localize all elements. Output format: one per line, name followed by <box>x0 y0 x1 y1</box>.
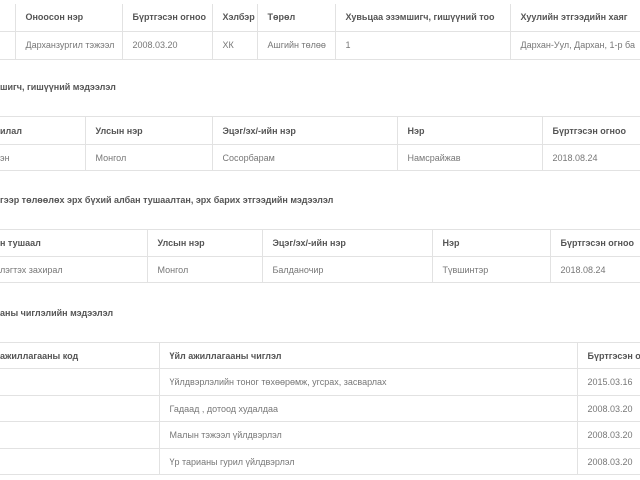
shareholders-table: илал Улсын нэр Эцэг/эх/-ийн нэр Нэр Бүрт… <box>0 116 640 171</box>
company-header-cell: Оноосон нэр <box>14 4 122 31</box>
table-row: Дарханзургил тэжээл 2008.03.20 ХК Ашгийн… <box>0 31 640 59</box>
table-row: лэгтэх захирал Монгол Балданочир Түвшинт… <box>0 256 640 283</box>
official-name-cell: Түвшинтэр <box>431 256 550 283</box>
officials-header-cell: Улсын нэр <box>146 229 262 257</box>
officials-header-cell: Нэр <box>431 229 550 257</box>
activities-header-cell: Бүртгэсэн огноо <box>576 342 640 369</box>
official-position-cell: лэгтэх захирал <box>0 264 63 275</box>
activity-name-cell: Үйлдвэрлэлийн тоног төхөөрөмж, угсрах, з… <box>158 368 577 396</box>
activity-name-cell: Гадаад , дотоод худалдаа <box>158 395 577 422</box>
company-form-cell: ХК <box>211 31 257 59</box>
company-header-cell <box>0 4 15 31</box>
activity-name-cell: Үр тарианы гурил үйлдвэрлэл <box>158 448 577 475</box>
shareholders-header-cell: Улсын нэр <box>84 116 212 145</box>
shareholders-header-cell: илал <box>0 125 22 136</box>
activity-code-cell <box>0 422 159 449</box>
shareholder-name-cell: Намсрайжав <box>396 144 542 171</box>
activities-section-title: аны чиглэлийн мэдээлэл <box>0 308 114 318</box>
officials-table: н тушаал Улсын нэр Эцэг/эх/-ийн нэр Нэр … <box>0 229 640 283</box>
shareholder-country-cell: Монгол <box>84 144 212 171</box>
officials-section-title: гээр төлөөлөх эрх бүхий албан тушаалтан,… <box>0 195 334 205</box>
shareholders-header-row: илал Улсын нэр Эцэг/эх/-ийн нэр Нэр Бүрт… <box>0 116 640 145</box>
company-type-cell: Ашгийн төлөө <box>256 31 335 59</box>
table-row: эн Монгол Сосорбарам Намсрайжав 2018.08.… <box>0 144 640 171</box>
company-header-cell: Бүртгэсэн огноо <box>121 4 212 31</box>
shareholder-cell: эн <box>0 152 10 163</box>
officials-header-cell: н тушаал <box>0 238 41 248</box>
company-header-cell: Хэлбэр <box>211 4 257 31</box>
company-header-row: Оноосон нэр Бүртгэсэн огноо Хэлбэр Төрөл… <box>0 4 640 31</box>
activity-code-cell <box>0 396 159 422</box>
activity-date-cell: 2015.03.16 <box>576 368 640 396</box>
company-table: Оноосон нэр Бүртгэсэн огноо Хэлбэр Төрөл… <box>0 4 640 60</box>
activity-date-cell: 2008.03.20 <box>576 421 640 449</box>
officials-header-cell: Эцэг/эх/-ийн нэр <box>261 229 432 257</box>
shareholders-header-cell: Эцэг/эх/-ийн нэр <box>211 116 397 145</box>
shareholders-section-title: шигч, гишүүний мэдээлэл <box>0 82 116 92</box>
company-header-cell: Төрөл <box>256 4 335 31</box>
company-header-cell: Хуулийн этгээдийн хаяг <box>509 4 640 31</box>
activity-date-cell: 2008.03.20 <box>576 448 640 475</box>
table-row: Гадаад , дотоод худалдаа 2008.03.20 <box>0 395 640 422</box>
activities-header-row: ажиллагааны код Үйл ажиллагааны чиглэл Б… <box>0 342 640 369</box>
table-row: Үйлдвэрлэлийн тоног төхөөрөмж, угсрах, з… <box>0 368 640 396</box>
shareholders-header-cell: Нэр <box>396 116 542 145</box>
activities-header-cell: Үйл ажиллагааны чиглэл <box>158 342 577 369</box>
table-row: Үр тарианы гурил үйлдвэрлэл 2008.03.20 <box>0 448 640 475</box>
shareholders-header-cell: Бүртгэсэн огноо <box>541 116 640 145</box>
activities-header-cell: ажиллагааны код <box>0 350 79 361</box>
company-name-cell: Дарханзургил тэжээл <box>14 31 122 59</box>
activity-code-cell <box>0 449 159 475</box>
shareholder-parent-cell: Сосорбарам <box>211 144 397 171</box>
activity-name-cell: Малын тэжээл үйлдвэрлэл <box>158 421 577 449</box>
company-date-cell: 2008.03.20 <box>121 31 212 59</box>
officials-header-cell: Бүртгэсэн огноо <box>549 229 640 257</box>
officials-header-row: н тушаал Улсын нэр Эцэг/эх/-ийн нэр Нэр … <box>0 229 640 257</box>
activity-date-cell: 2008.03.20 <box>576 395 640 422</box>
activity-code-cell <box>0 369 159 396</box>
company-address-cell: Дархан-Уул, Дархан, 1-р ба <box>509 31 640 59</box>
official-date-cell: 2018.08.24 <box>549 256 640 283</box>
table-row: Малын тэжээл үйлдвэрлэл 2008.03.20 <box>0 421 640 449</box>
shareholder-date-cell: 2018.08.24 <box>541 144 640 171</box>
company-cell <box>0 31 15 59</box>
company-members-cell: 1 <box>334 31 510 59</box>
official-parent-cell: Балданочир <box>261 256 432 283</box>
official-country-cell: Монгол <box>146 256 262 283</box>
activities-table: ажиллагааны код Үйл ажиллагааны чиглэл Б… <box>0 342 640 475</box>
company-header-cell: Хувьцаа эзэмшигч, гишүүний тоо <box>334 4 510 31</box>
